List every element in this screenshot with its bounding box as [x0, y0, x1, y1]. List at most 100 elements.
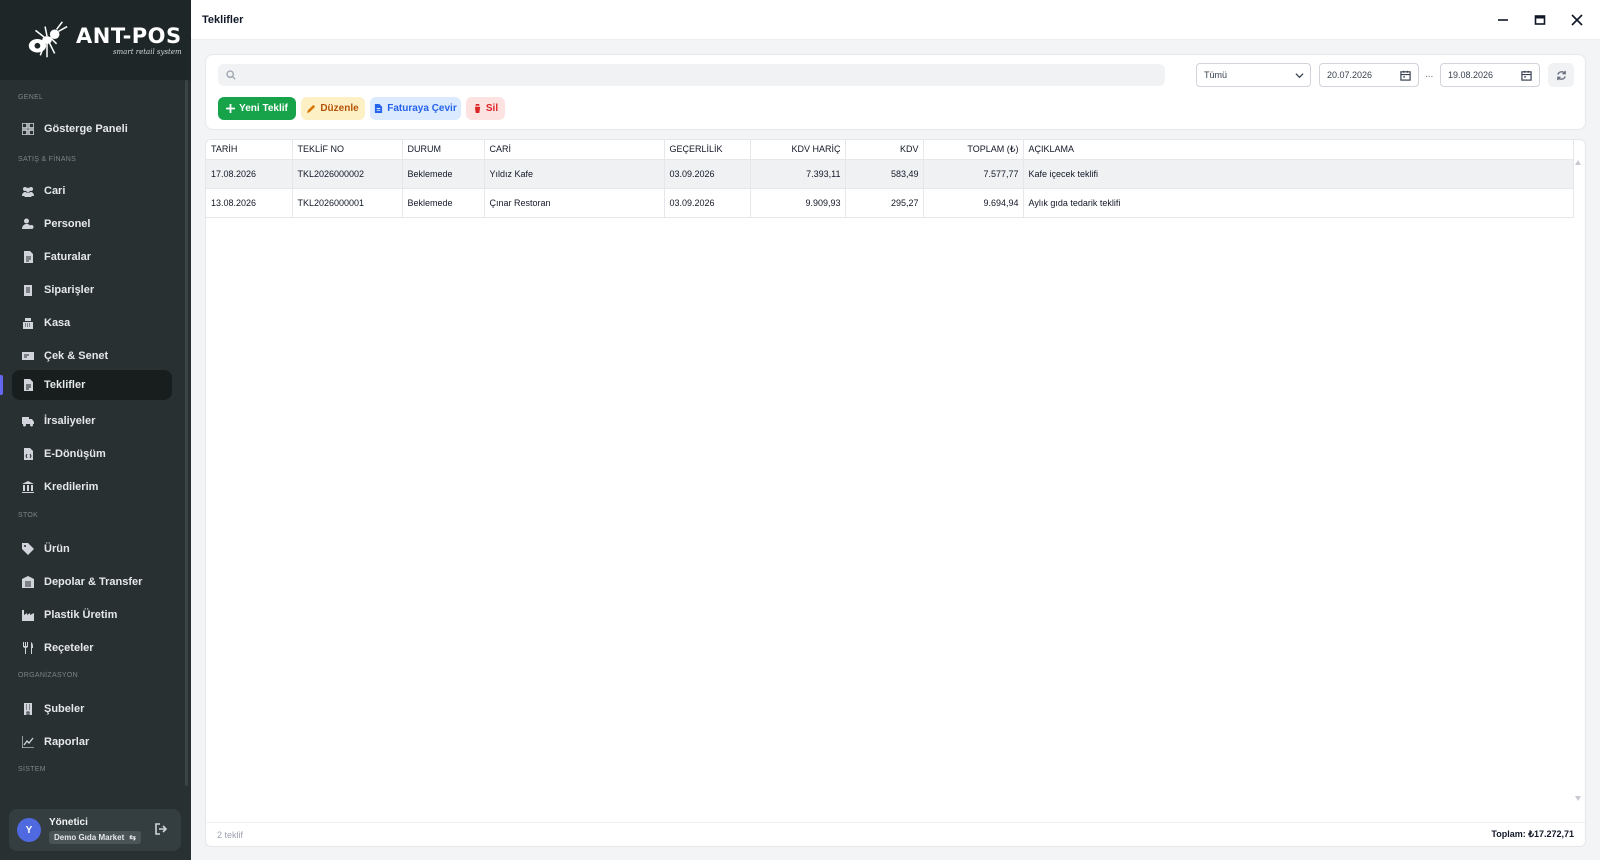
- cell-net: 7.393,11: [750, 159, 846, 189]
- quotes-table: TARİH TEKLİF NO DURUM CARİ GEÇERLİLİK KD…: [206, 140, 1574, 218]
- section-label-sistem: SİSTEM: [18, 766, 46, 773]
- plus-icon: [226, 104, 236, 113]
- refresh-icon: [1556, 70, 1566, 80]
- sidebar-item-cek-senet[interactable]: Çek & Senet: [12, 341, 172, 371]
- sidebar-item-urun[interactable]: Ürün: [12, 534, 172, 564]
- date-separator: ...: [1425, 69, 1434, 80]
- sidebar-item-siparisler[interactable]: Siparişler: [12, 275, 172, 305]
- truck-icon: [22, 415, 34, 427]
- active-indicator: [0, 375, 3, 395]
- chevron-down-icon: [1295, 71, 1304, 80]
- cell-status: Beklemede: [402, 188, 485, 218]
- sidebar-item-label: Siparişler: [44, 284, 95, 296]
- invoice-icon: [375, 104, 383, 113]
- title-bar: Teklifler: [191, 0, 1600, 40]
- cell-status: Beklemede: [402, 159, 485, 189]
- sidebar-item-personel[interactable]: Personel: [12, 209, 172, 239]
- column-header[interactable]: TEKLİF NO: [292, 140, 403, 160]
- column-header[interactable]: TOPLAM (₺): [923, 140, 1024, 160]
- minimize-icon[interactable]: [1494, 11, 1512, 29]
- bank-icon: [22, 481, 34, 493]
- trash-icon: [473, 104, 481, 113]
- sidebar-item-receteler[interactable]: Reçeteler: [12, 633, 172, 663]
- cell-total: 7.577,77: [923, 159, 1024, 189]
- sidebar-item-subeler[interactable]: Şubeler: [12, 694, 172, 724]
- sidebar-item-kasa[interactable]: Kasa: [12, 308, 172, 338]
- delete-button[interactable]: Sil: [466, 97, 505, 120]
- refresh-button[interactable]: [1548, 63, 1574, 87]
- sidebar: ANT-POS smart retail system GENEL Göster…: [0, 0, 191, 860]
- close-icon[interactable]: [1568, 11, 1586, 29]
- column-header[interactable]: KDV HARİÇ: [750, 140, 846, 160]
- column-header[interactable]: AÇIKLAMA: [1023, 140, 1574, 160]
- date-from-field[interactable]: 20.07.2026: [1319, 63, 1419, 87]
- scroll-up-arrow[interactable]: [1575, 160, 1581, 165]
- sidebar-item-label: Faturalar: [44, 251, 92, 263]
- delete-label: Sil: [485, 103, 499, 114]
- cell-customer: Çınar Restoran: [484, 188, 665, 218]
- column-header[interactable]: GEÇERLİLİK: [664, 140, 751, 160]
- calendar-icon[interactable]: [1400, 70, 1411, 81]
- sidebar-item-e-donusum[interactable]: E-Dönüşüm: [12, 439, 172, 469]
- sidebar-item-label: Ürün: [44, 543, 70, 555]
- sidebar-item-label: Şubeler: [44, 703, 85, 715]
- table-row[interactable]: 13.08.2026 TKL2026000001 Beklemede Çınar…: [206, 188, 1574, 218]
- cell-vat: 583,49: [845, 159, 924, 189]
- cell-customer: Yıldız Kafe: [484, 159, 665, 189]
- calendar-icon[interactable]: [1521, 70, 1532, 81]
- search-field[interactable]: [218, 64, 1165, 86]
- table-footer: 2 teklif Toplam: ₺17.272,71: [206, 822, 1585, 846]
- sidebar-item-depolar[interactable]: Depolar & Transfer: [12, 567, 172, 597]
- cell-date: 17.08.2026: [206, 159, 293, 189]
- section-label-satis: SATIŞ & FİNANS: [18, 156, 77, 163]
- document-icon: [22, 379, 34, 391]
- building-icon: [22, 703, 34, 715]
- search-icon: [226, 70, 236, 80]
- scroll-down-arrow[interactable]: [1575, 796, 1581, 801]
- sidebar-item-label: E-Dönüşüm: [44, 448, 106, 460]
- edit-button[interactable]: Düzenle: [301, 97, 365, 120]
- user-card[interactable]: Y Yönetici Demo Gıda Market ⇆: [9, 809, 181, 851]
- sidebar-item-dashboard[interactable]: Gösterge Paneli: [12, 114, 172, 144]
- tag-icon: [22, 543, 34, 555]
- logout-icon[interactable]: [155, 823, 168, 835]
- logo-subtitle: smart retail system: [112, 47, 182, 56]
- sidebar-scrollbar[interactable]: [185, 80, 188, 786]
- search-input[interactable]: [242, 69, 1142, 81]
- column-header[interactable]: DURUM: [402, 140, 485, 160]
- new-quote-label: Yeni Teklif: [239, 103, 288, 114]
- cell-description: Kafe içecek teklifi: [1023, 159, 1574, 189]
- sidebar-item-raporlar[interactable]: Raporlar: [12, 727, 172, 757]
- cell-total: 9.694,94: [923, 188, 1024, 218]
- sidebar-item-cari[interactable]: Cari: [12, 176, 172, 206]
- column-header[interactable]: TARİH: [206, 140, 293, 160]
- sidebar-item-label: Cari: [44, 185, 66, 197]
- convert-to-invoice-button[interactable]: Faturaya Çevir: [370, 97, 461, 120]
- section-label-genel: GENEL: [18, 94, 44, 101]
- sidebar-item-label: Depolar & Transfer: [44, 576, 143, 588]
- sidebar-item-teklifler[interactable]: Teklifler: [12, 370, 172, 400]
- date-to-field[interactable]: 19.08.2026: [1440, 63, 1540, 87]
- new-quote-button[interactable]: Yeni Teklif: [218, 97, 296, 120]
- maximize-icon[interactable]: [1531, 11, 1549, 29]
- status-filter-select[interactable]: Tümü: [1196, 63, 1311, 87]
- users-icon: [22, 185, 34, 197]
- sidebar-item-plastik-uretim[interactable]: Plastik Üretim: [12, 600, 172, 630]
- quotes-table-card: TARİH TEKLİF NO DURUM CARİ GEÇERLİLİK KD…: [205, 139, 1586, 847]
- date-to-value: 19.08.2026: [1448, 70, 1494, 80]
- grand-total: Toplam: ₺17.272,71: [1491, 829, 1574, 839]
- company-switcher[interactable]: Demo Gıda Market ⇆: [49, 830, 141, 844]
- warehouse-icon: [22, 576, 34, 588]
- column-header[interactable]: CARİ: [484, 140, 665, 160]
- pencil-icon: [307, 104, 316, 113]
- sidebar-item-label: İrsaliyeler: [44, 415, 96, 427]
- sidebar-item-irsaliyeler[interactable]: İrsaliyeler: [12, 406, 172, 436]
- sidebar-item-kredilerim[interactable]: Kredilerim: [12, 472, 172, 502]
- logo-title: ANT-POS: [76, 23, 182, 48]
- cell-validity: 03.09.2026: [664, 188, 751, 218]
- cash-register-icon: [22, 317, 34, 329]
- sidebar-item-faturalar[interactable]: Faturalar: [12, 242, 172, 272]
- cell-net: 9.909,93: [750, 188, 846, 218]
- column-header[interactable]: KDV: [845, 140, 924, 160]
- table-row[interactable]: 17.08.2026 TKL2026000002 Beklemede Yıldı…: [206, 159, 1574, 189]
